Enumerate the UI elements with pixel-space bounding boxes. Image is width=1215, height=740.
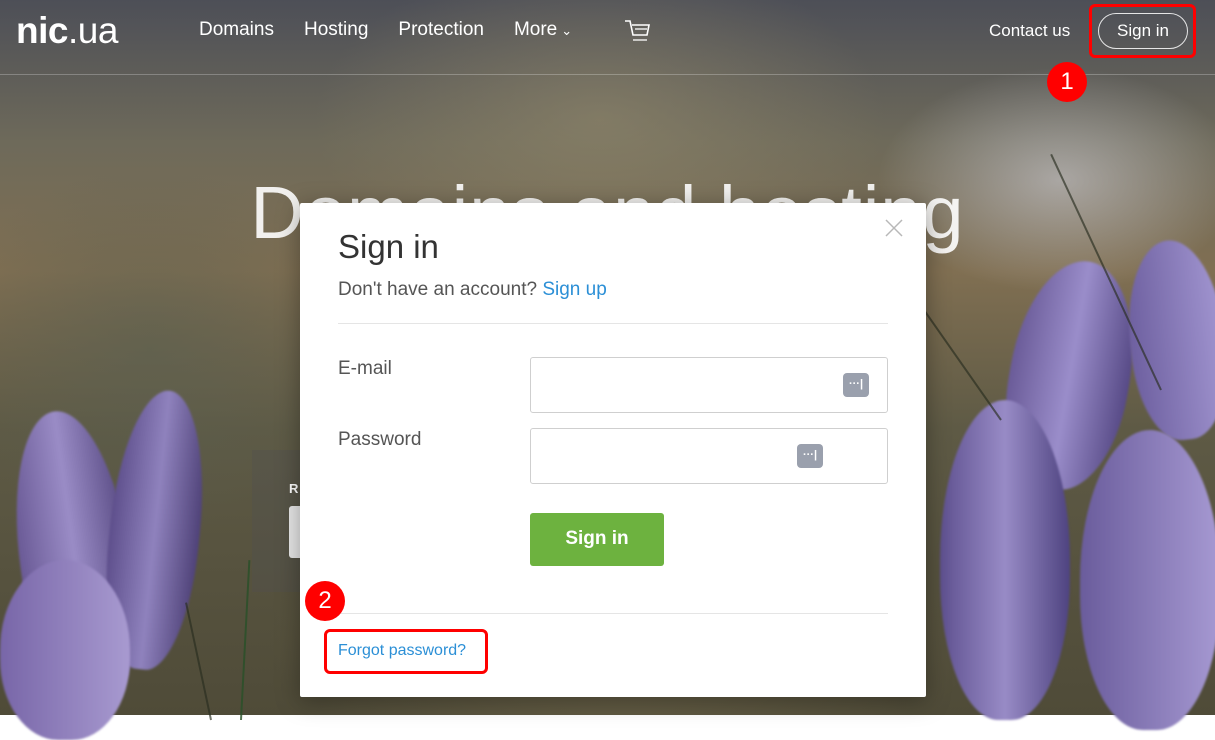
- password-manager-icon[interactable]: ···|: [843, 373, 869, 397]
- step-1-highlight: [1089, 4, 1196, 58]
- grass-blade: [185, 602, 212, 721]
- logo-bold: nic: [16, 10, 68, 51]
- step-1-badge: 1: [1047, 62, 1087, 102]
- email-label: E-mail: [338, 358, 392, 379]
- nav-more-label: More: [513, 19, 558, 40]
- step-2-highlight: [324, 629, 488, 674]
- sign-up-link[interactable]: Sign up: [542, 279, 606, 300]
- signup-prompt-text: Don't have an account?: [338, 279, 538, 300]
- crocus-petal: [1119, 235, 1215, 445]
- sign-in-submit-button[interactable]: Sign in: [530, 513, 664, 566]
- crocus-petal: [940, 400, 1070, 720]
- nav-item-domains[interactable]: Domains: [199, 19, 274, 41]
- close-icon[interactable]: [884, 218, 904, 238]
- modal-divider-top: [338, 323, 888, 324]
- nav-item-hosting[interactable]: Hosting: [304, 19, 368, 41]
- signup-prompt: Don't have an account? Sign up: [338, 279, 607, 301]
- step-2-badge: 2: [305, 581, 345, 621]
- modal-title: Sign in: [338, 228, 439, 265]
- crocus-petal: [1080, 430, 1215, 730]
- nav-item-more[interactable]: More ⌄: [514, 19, 572, 41]
- crocus-petal: [0, 560, 130, 740]
- logo-rest: .ua: [67, 10, 118, 51]
- chevron-down-icon: ⌄: [561, 23, 573, 38]
- password-field[interactable]: ···|: [530, 428, 888, 484]
- nav-item-protection[interactable]: Protection: [398, 19, 484, 41]
- top-navigation: nic.ua Domains Hosting Protection More ⌄ …: [0, 0, 1215, 75]
- nic-ua-logo[interactable]: nic.ua: [16, 10, 118, 52]
- main-nav: Domains Hosting Protection More ⌄: [199, 19, 572, 41]
- password-manager-icon[interactable]: ···|: [797, 444, 823, 468]
- email-field[interactable]: ···|: [530, 357, 888, 413]
- password-label: Password: [338, 429, 422, 450]
- search-panel-label: R: [289, 481, 299, 496]
- modal-divider-bottom: [338, 613, 888, 614]
- contact-us-link[interactable]: Contact us: [989, 21, 1070, 41]
- grass-blade: [240, 560, 251, 721]
- cart-icon[interactable]: [624, 18, 652, 49]
